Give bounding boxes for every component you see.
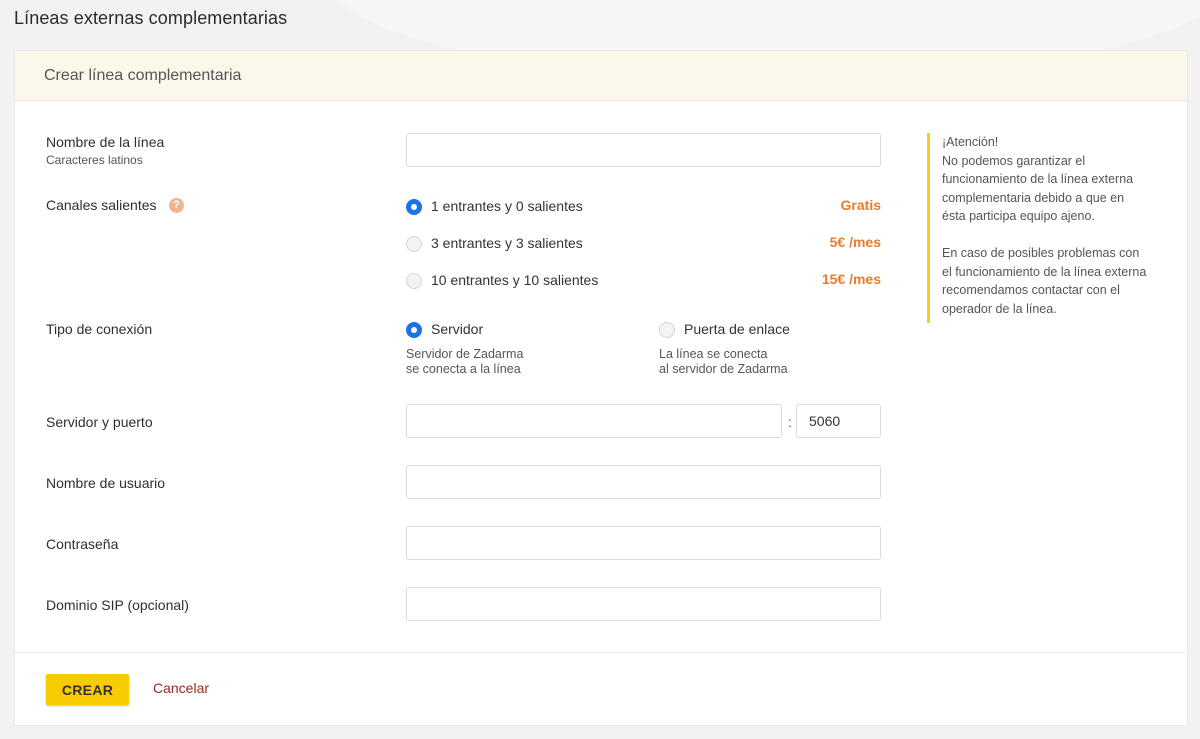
help-icon[interactable]: ?: [169, 198, 184, 213]
channels-option-1-label[interactable]: 1 entrantes y 0 salientes: [431, 198, 583, 214]
notice-title: ¡Atención!: [942, 135, 999, 149]
sip-domain-label: Dominio SIP (opcional): [46, 597, 189, 613]
channels-option-3-label[interactable]: 10 entrantes y 10 salientes: [431, 272, 598, 288]
notice-title-text: ¡Atención! No podemos garantizar el funci…: [942, 133, 1147, 226]
page-title: Líneas externas complementarias: [14, 8, 288, 28]
channels-option-3-radio[interactable]: [406, 273, 422, 289]
server-input[interactable]: [406, 404, 782, 438]
line-name-hint: Caracteres latinos: [46, 153, 143, 167]
connection-server-label[interactable]: Servidor: [431, 321, 483, 337]
card-header: Crear línea complementaria: [15, 51, 1187, 101]
cancel-link[interactable]: Cancelar: [153, 680, 209, 696]
connection-server-desc-2: se conecta a la línea: [406, 362, 521, 376]
notice-text-2: En caso de posibles problemas con el fun…: [942, 246, 1147, 316]
connection-server-radio[interactable]: [406, 322, 422, 338]
password-input[interactable]: [406, 526, 881, 560]
connection-gateway-radio[interactable]: [659, 322, 675, 338]
connection-server-desc-1: Servidor de Zadarma: [406, 347, 524, 361]
connection-type-label: Tipo de conexión: [46, 321, 153, 337]
port-input[interactable]: [796, 404, 881, 438]
footer-divider: [15, 652, 1187, 653]
line-name-input[interactable]: [406, 133, 881, 167]
connection-gateway-desc-2: al servidor de Zadarma: [659, 362, 788, 376]
channels-option-2-label[interactable]: 3 entrantes y 3 salientes: [431, 235, 583, 251]
notice-text-1: No podemos garantizar el funcionamiento …: [942, 153, 1134, 224]
username-label: Nombre de usuario: [46, 475, 166, 491]
server-port-label: Servidor y puerto: [46, 414, 153, 430]
username-input[interactable]: [406, 465, 881, 499]
channels-option-2-price: 5€ /mes: [829, 234, 881, 250]
line-name-label: Nombre de la línea: [46, 134, 165, 150]
create-line-card: Crear línea complementaria Nombre de la …: [14, 50, 1188, 726]
channels-option-2-radio[interactable]: [406, 236, 422, 252]
channels-option-3-price: 15€ /mes: [821, 271, 881, 287]
attention-notice: ¡Atención! No podemos garantizar el funci…: [927, 133, 1147, 323]
connection-gateway-label[interactable]: Puerta de enlace: [684, 321, 790, 337]
create-button[interactable]: CREAR: [46, 674, 129, 705]
port-separator: :: [788, 414, 792, 430]
channels-label: Canales salientes: [46, 197, 157, 213]
channels-option-1-radio[interactable]: [406, 199, 422, 215]
sip-domain-input[interactable]: [406, 587, 881, 621]
password-label: Contraseña: [46, 536, 119, 552]
connection-gateway-desc-1: La línea se conecta: [659, 347, 768, 361]
channels-option-1-price: Gratis: [840, 197, 881, 213]
